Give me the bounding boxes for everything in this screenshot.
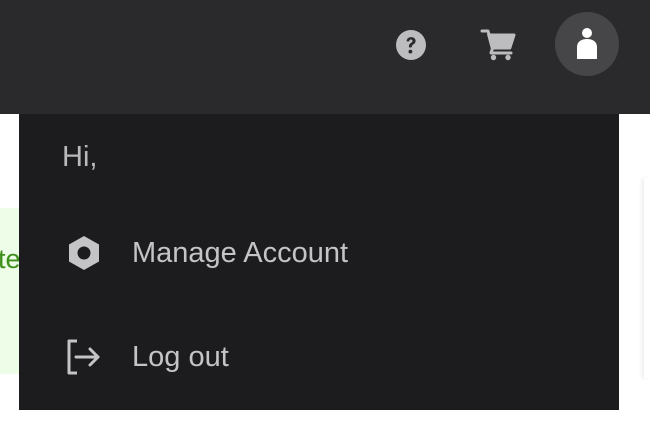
logout-label: Log out <box>132 340 229 373</box>
top-navigation-bar <box>0 0 650 114</box>
logout-menu-item[interactable]: Log out <box>19 317 619 397</box>
notice-text: te <box>0 244 21 274</box>
manage-account-label: Manage Account <box>132 236 349 269</box>
side-panel-edge <box>644 178 650 378</box>
cart-icon <box>480 29 516 61</box>
cart-button[interactable] <box>479 26 519 64</box>
help-icon <box>396 30 426 60</box>
manage-account-menu-item[interactable]: Manage Account <box>19 213 619 293</box>
help-button[interactable] <box>393 27 429 63</box>
account-dropdown-menu: Hi, Manage Account Log out <box>19 114 619 410</box>
account-button[interactable] <box>555 12 619 76</box>
greeting-text: Hi, <box>62 141 98 173</box>
user-icon <box>577 28 597 59</box>
logout-icon <box>65 338 103 376</box>
settings-hexagon-icon <box>65 234 103 272</box>
